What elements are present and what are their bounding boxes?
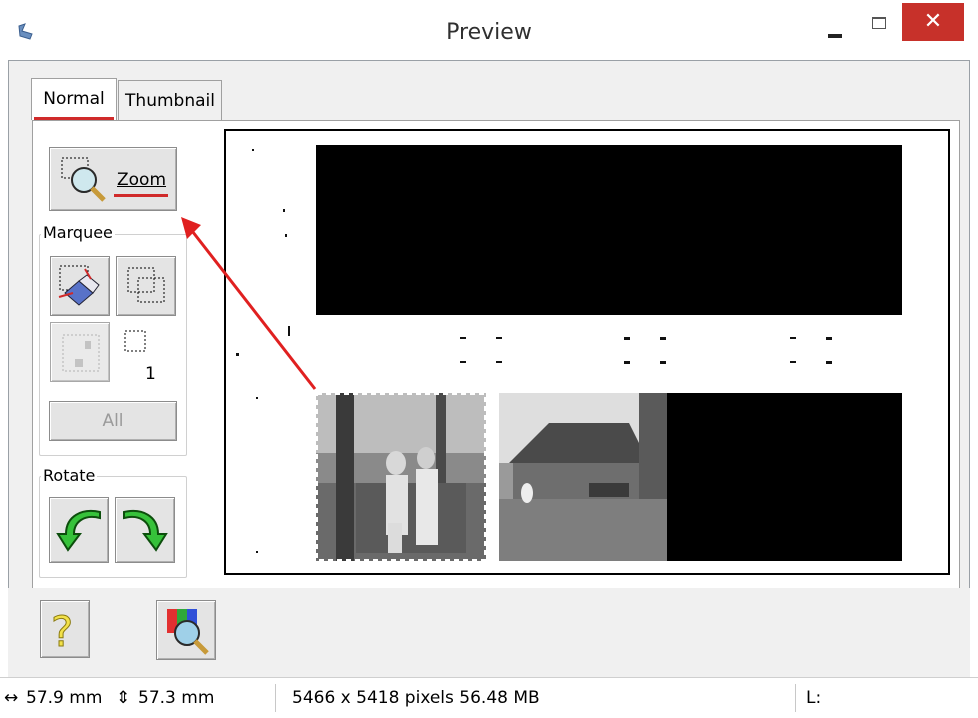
status-bar: ↔ 57.9 mm ⇕ 57.3 mm 5466 x 5418 pixels 5…	[0, 677, 978, 717]
bottom-toolbar: ?	[8, 588, 970, 677]
magnifier-icon	[61, 157, 106, 202]
minimize-icon	[828, 34, 842, 38]
maximize-icon	[872, 17, 886, 29]
color-palette-icon	[167, 609, 209, 655]
dust-speck	[496, 337, 502, 339]
scan-frame-blank	[666, 393, 902, 561]
lightness-readout: L:	[806, 688, 822, 708]
dust-speck	[460, 361, 466, 363]
zoom-button[interactable]: Zoom	[49, 147, 177, 211]
dust-speck	[460, 337, 466, 339]
zoom-label: Zoom	[117, 170, 167, 190]
status-divider	[275, 684, 276, 712]
height-icon: ⇕	[116, 688, 131, 708]
svg-text:?: ?	[51, 607, 73, 654]
all-button-label: All	[102, 411, 124, 431]
dust-speck	[660, 337, 666, 340]
dust-speck	[660, 361, 666, 364]
height-value: 57.3 mm	[138, 688, 215, 708]
eraser-icon	[58, 265, 100, 306]
dashed-square-icon	[124, 330, 146, 352]
dust-speck	[624, 337, 630, 340]
help-button[interactable]: ?	[40, 600, 90, 658]
dust-speck	[256, 551, 258, 553]
dust-speck	[496, 361, 502, 363]
dust-speck	[624, 361, 630, 364]
normal-tab-panel: Zoom Marquee 1 All Rotate	[32, 120, 960, 589]
dust-speck	[826, 361, 832, 364]
auto-locate-icon	[62, 334, 100, 372]
image-size-info: 5466 x 5418 pixels 56.48 MB	[292, 688, 540, 708]
question-mark-icon: ?	[51, 607, 74, 655]
scan-frame-top	[316, 145, 902, 315]
dust-speck	[826, 337, 832, 340]
all-button[interactable]: All	[49, 401, 177, 441]
dust-speck	[252, 149, 254, 151]
width-value: 57.9 mm	[26, 688, 103, 708]
rotate-right-button[interactable]	[115, 497, 175, 563]
tab-thumbnail[interactable]: Thumbnail	[118, 80, 222, 120]
width-icon: ↔	[4, 688, 19, 708]
zoom-underline	[114, 194, 168, 197]
marquee-count: 1	[145, 364, 156, 384]
scan-photo-family[interactable]	[316, 393, 486, 561]
rotate-group-label: Rotate	[41, 466, 98, 485]
minimize-button[interactable]	[810, 12, 860, 46]
dust-speck	[790, 337, 796, 339]
duplicate-marquee-button[interactable]	[116, 256, 176, 316]
title-bar: Preview ✕	[0, 0, 978, 60]
rotate-right-arrow-icon	[123, 510, 168, 552]
close-icon: ✕	[923, 9, 943, 34]
annotation-arrow	[181, 217, 317, 390]
rotate-left-button[interactable]	[49, 497, 109, 563]
scan-photo-farm	[499, 393, 667, 561]
duplicate-marquee-icon	[127, 267, 165, 303]
close-button[interactable]: ✕	[902, 3, 964, 41]
dust-speck	[790, 361, 796, 363]
erase-marquee-button[interactable]	[50, 256, 110, 316]
status-divider	[795, 684, 796, 712]
tab-label: Normal	[43, 89, 105, 109]
auto-locate-button[interactable]	[50, 322, 110, 382]
marquee-group-label: Marquee	[41, 223, 115, 242]
tab-normal[interactable]: Normal	[31, 78, 117, 120]
rotate-left-arrow-icon	[56, 510, 101, 552]
tab-label: Thumbnail	[125, 91, 215, 111]
color-palette-button[interactable]	[156, 600, 216, 660]
maximize-button[interactable]	[865, 12, 895, 42]
